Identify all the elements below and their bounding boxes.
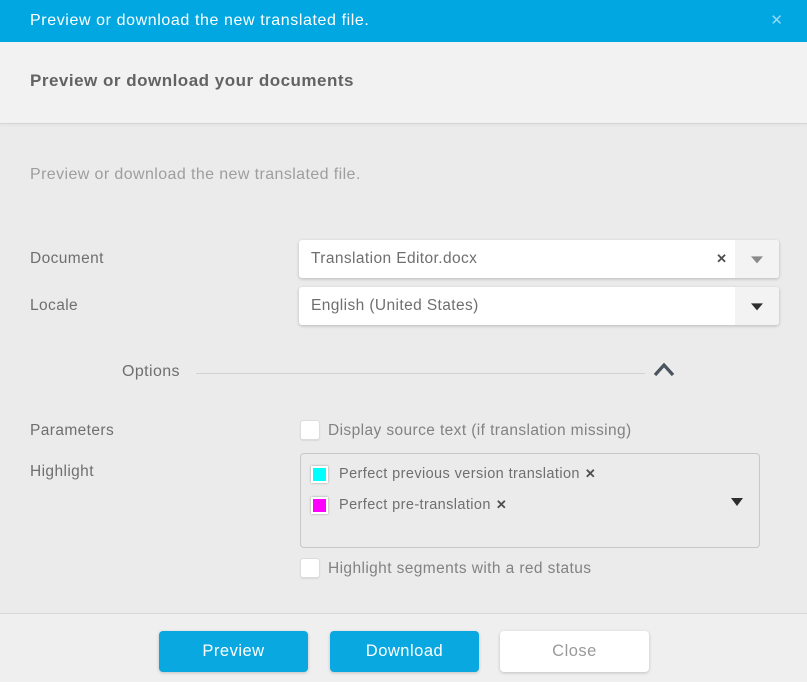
options-label: Options <box>122 363 180 381</box>
options-divider <box>196 373 645 374</box>
document-dropdown-button[interactable] <box>735 240 779 278</box>
preview-download-dialog: Preview or download the new translated f… <box>0 0 807 686</box>
document-value[interactable]: Translation Editor.docx <box>299 240 735 278</box>
document-clear-icon[interactable]: ✕ <box>716 240 727 278</box>
locale-value[interactable]: English (United States) <box>299 287 735 325</box>
dialog-footer: Preview Download Close <box>0 614 807 682</box>
tag-label: Perfect previous version translation <box>339 466 580 482</box>
chevron-down-icon <box>751 303 763 310</box>
parameters-label: Parameters <box>30 420 114 441</box>
locale-combobox: English (United States) <box>299 287 779 325</box>
close-icon[interactable]: ✕ <box>770 0 783 42</box>
red-status-label: Highlight segments with a red status <box>328 558 591 579</box>
magenta-swatch <box>311 497 328 514</box>
dialog-subheader: Preview or download your documents <box>0 42 807 123</box>
locale-dropdown-button[interactable] <box>735 287 779 325</box>
cyan-swatch <box>311 466 328 483</box>
dialog-titlebar-text: Preview or download the new translated f… <box>30 0 369 42</box>
locale-label: Locale <box>30 287 78 325</box>
preview-button[interactable]: Preview <box>159 631 308 672</box>
display-source-text-checkbox[interactable] <box>300 420 320 440</box>
remove-tag-icon[interactable]: ✕ <box>585 466 596 482</box>
close-button[interactable]: Close <box>500 631 649 672</box>
options-section-header: Options <box>0 360 807 386</box>
highlight-multiselect[interactable]: Perfect previous version translation ✕ P… <box>300 453 760 548</box>
chevron-up-icon[interactable] <box>652 362 676 383</box>
chevron-down-icon[interactable] <box>731 498 743 506</box>
remove-tag-icon[interactable]: ✕ <box>496 497 507 513</box>
highlight-tag: Perfect previous version translation ✕ <box>311 463 596 485</box>
page-background-edge <box>0 682 807 686</box>
highlight-tag: Perfect pre-translation ✕ <box>311 494 507 516</box>
header-divider <box>0 123 807 124</box>
display-source-text-label: Display source text (if translation miss… <box>328 420 632 441</box>
tag-label: Perfect pre-translation <box>339 497 491 513</box>
dialog-subtitle: Preview or download the new translated f… <box>30 166 361 184</box>
highlight-label: Highlight <box>30 462 94 482</box>
red-status-checkbox[interactable] <box>300 558 320 578</box>
document-label: Document <box>30 240 104 278</box>
dialog-titlebar: Preview or download the new translated f… <box>0 0 807 42</box>
download-button[interactable]: Download <box>330 631 479 672</box>
document-combobox: Translation Editor.docx ✕ <box>299 240 779 278</box>
page-title: Preview or download your documents <box>30 71 354 91</box>
chevron-down-icon <box>751 256 763 263</box>
